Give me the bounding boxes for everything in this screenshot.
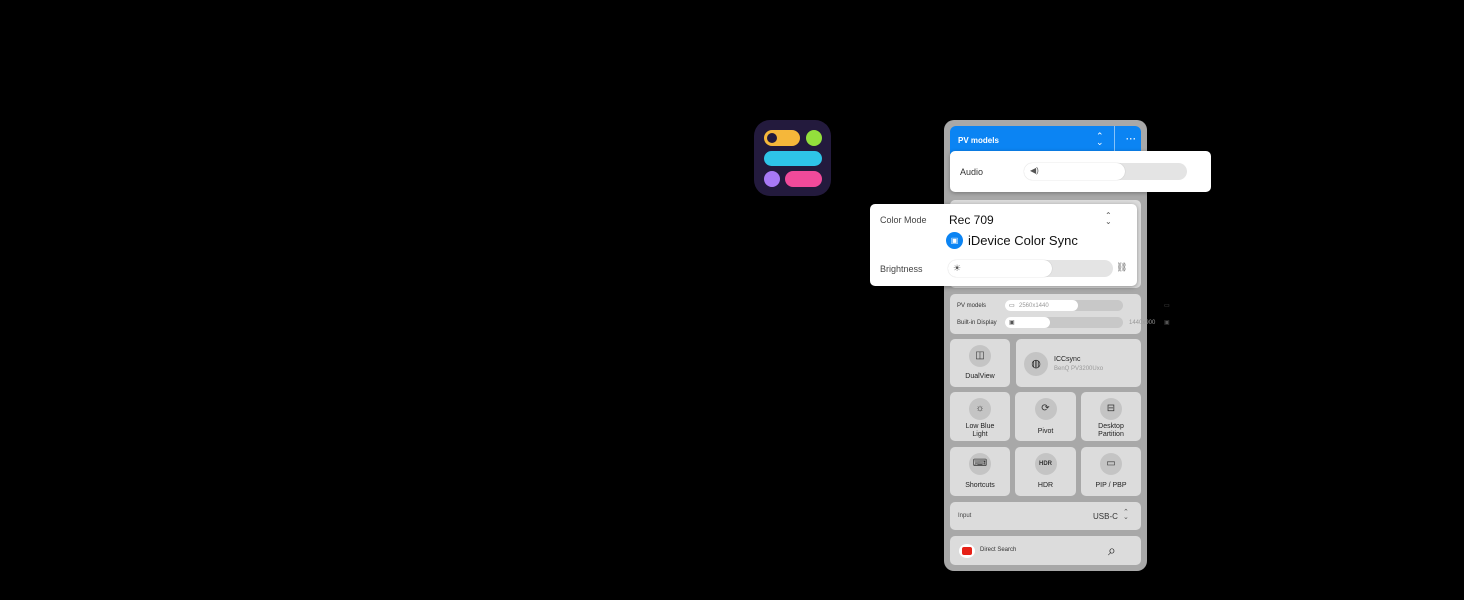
green-dot-shape (806, 130, 822, 146)
speaker-icon: ◀) (1030, 166, 1039, 175)
search-icon[interactable]: ⌕ (1108, 542, 1116, 559)
input-label: Input (958, 513, 972, 519)
hdr-label: HDR (1037, 482, 1054, 489)
resolution-value: 1440x900 (1129, 320, 1156, 326)
color-mode-popup: Color Mode Rec 709 ⌃ ⌄ ▣ iDevice Color Sy… (870, 204, 1137, 286)
dualview-icon: ◫ (969, 345, 991, 367)
idevice-color-sync-label[interactable]: iDevice Color Sync (968, 233, 1078, 248)
resolution-label: PV models (957, 303, 987, 309)
keyboard-icon: ⌨ (969, 453, 991, 475)
resolution-slider[interactable]: ▭ 2560x1440 ▭ (1005, 300, 1170, 311)
cyan-bar-shape (764, 151, 822, 166)
resolution-row-builtin: Built-in Display ▣ 1440x900 ▣ (957, 317, 1170, 329)
chevron-updown-icon: ⌃ ⌄ (1123, 509, 1129, 521)
brightness-slider-fill (948, 260, 1052, 277)
desktop-partition-label: Desktop Partition (1098, 423, 1124, 438)
hdr-icon: HDR (1034, 453, 1057, 475)
link-icon[interactable]: ⛓ (1116, 262, 1127, 273)
audio-slider[interactable]: ◀) (1024, 163, 1187, 180)
input-selector[interactable]: Input USB-C ⌃ ⌄ (950, 502, 1141, 530)
desktop-partition-button[interactable]: ⊟ Desktop Partition (1081, 392, 1141, 441)
color-palette-icon: ◍ (1024, 352, 1048, 376)
pip-icon: ▭ (1100, 453, 1122, 475)
dualview-label: DualView (965, 373, 995, 380)
more-options-button[interactable]: ··· (1126, 134, 1137, 144)
monitor-end-icon: ▭ (1164, 303, 1170, 309)
iccsync-label: ICCsync (1054, 356, 1081, 363)
youtube-icon (959, 544, 975, 558)
resolution-slider[interactable]: ▣ 1440x900 ▣ (1005, 317, 1170, 328)
resolution-card: PV models ▭ 2560x1440 ▭ Built-in Display… (950, 294, 1170, 334)
laptop-icon: ▣ (1009, 320, 1015, 326)
sun-icon: ☀ (953, 263, 962, 273)
pip-pbp-button[interactable]: ▭ PIP / PBP (1081, 447, 1141, 496)
shortcuts-label: Shortcuts (965, 482, 995, 489)
partition-icon: ⊟ (1100, 398, 1122, 420)
low-blue-light-button[interactable]: ☼ Low Blue Light (950, 392, 1010, 441)
audio-label: Audio (960, 167, 984, 177)
brightness-label: Brightness (880, 264, 923, 274)
direct-search-label: Direct Search (980, 547, 1017, 553)
eye-bulb-icon: ☼ (969, 398, 991, 420)
chevron-updown-icon[interactable]: ⌃ ⌄ (1096, 132, 1104, 147)
laptop-end-icon: ▣ (1164, 320, 1170, 326)
pivot-label: Pivot (1037, 428, 1054, 435)
brightness-slider[interactable]: ☀ (948, 260, 1113, 277)
pivot-button[interactable]: ⟳ Pivot (1015, 392, 1076, 441)
color-mode-value[interactable]: Rec 709 (949, 213, 994, 227)
direct-search-bar[interactable]: Direct Search ⌕ (950, 536, 1141, 565)
resolution-label: Built-in Display (957, 320, 997, 326)
device-sync-icon: ▣ (946, 232, 963, 249)
monitor-selector-label: PV models (958, 136, 999, 145)
toggle-dot-shape (767, 133, 777, 143)
header-divider (1114, 126, 1115, 154)
dualview-button[interactable]: ◫ DualView (950, 339, 1010, 387)
hdr-button[interactable]: HDR HDR (1015, 447, 1076, 496)
audio-slider-fill (1024, 163, 1126, 180)
rotate-icon: ⟳ (1034, 398, 1057, 420)
monitor-selector-header[interactable]: PV models ⌃ ⌄ ··· (950, 126, 1141, 154)
app-icon[interactable] (754, 120, 831, 196)
color-mode-label: Color Mode (880, 215, 927, 225)
monitor-icon: ▭ (1009, 303, 1015, 309)
resolution-value: 2560x1440 (1019, 303, 1049, 309)
audio-popup: Audio ◀) (950, 151, 1211, 192)
purple-dot-shape (764, 171, 780, 187)
pip-pbp-label: PIP / PBP (1095, 482, 1127, 489)
shortcuts-button[interactable]: ⌨ Shortcuts (950, 447, 1010, 496)
low-blue-light-label: Low Blue Light (965, 423, 995, 438)
chevron-updown-icon[interactable]: ⌃ ⌄ (1105, 212, 1112, 226)
pink-pill-shape (785, 171, 822, 187)
resolution-row-pv: PV models ▭ 2560x1440 ▭ (957, 300, 1170, 312)
iccsync-button[interactable]: ◍ ICCsync BenQ PV3200Uxo (1016, 339, 1141, 387)
iccsync-device: BenQ PV3200Uxo (1054, 366, 1104, 372)
input-value: USB-C (1093, 512, 1118, 521)
